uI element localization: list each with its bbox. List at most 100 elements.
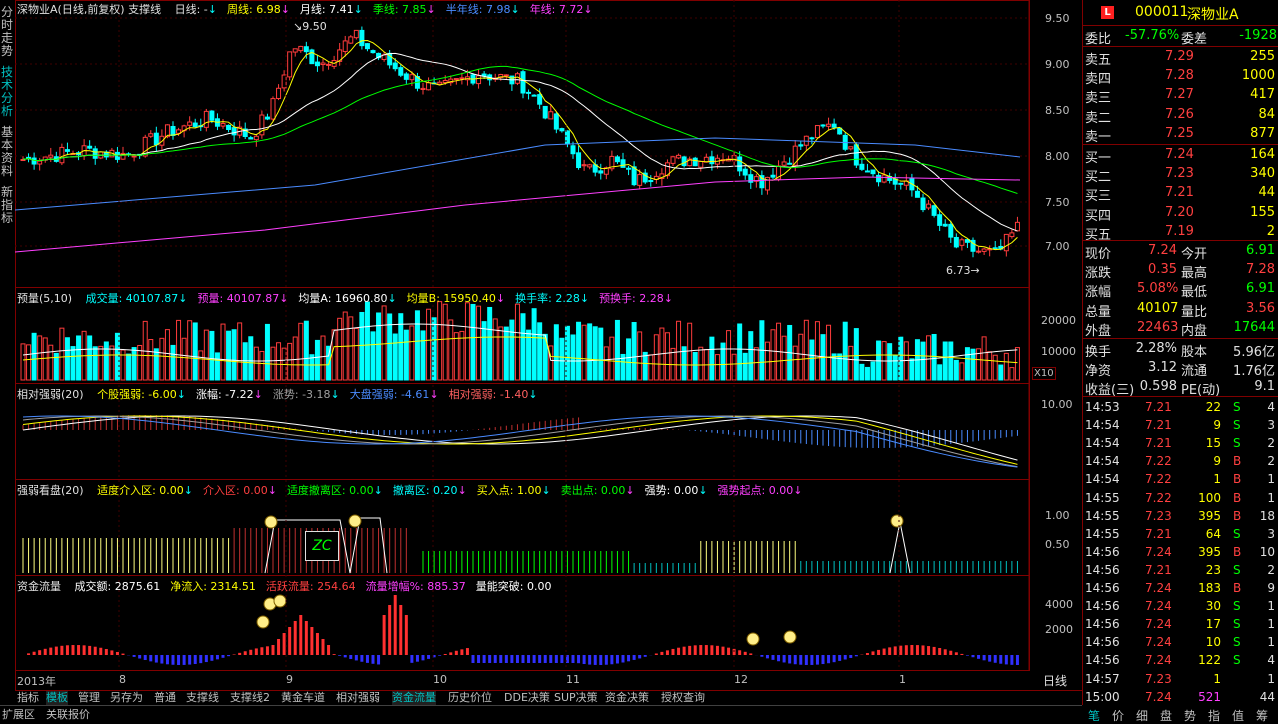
tab-license-query[interactable]: 授权查询	[661, 691, 705, 705]
chart-area[interactable]: 深物业A(日线,前复权) 支撑线 日线: -↓ 周线: 6.98↓ 月线: 7.41…	[15, 0, 1082, 690]
volume-bar	[770, 329, 776, 381]
tick-side: S	[1233, 635, 1241, 650]
tab-indicator[interactable]: 指标	[17, 691, 39, 705]
tab-extended-area[interactable]: 扩展区	[2, 708, 35, 722]
ma-value: 半年线: 7.98	[445, 3, 511, 16]
trend-arrow-icon: ↓	[373, 484, 383, 497]
tab-history-price[interactable]: 历史价位	[448, 691, 492, 705]
candle-body	[92, 148, 98, 159]
ma20-line	[22, 52, 1018, 232]
tab-new-indicator[interactable]: 新指标	[0, 186, 14, 225]
volume-bar	[98, 345, 104, 381]
volume-bar	[131, 347, 137, 381]
candle-body	[320, 62, 326, 66]
smiley-icon	[348, 514, 362, 528]
volume-bar	[198, 350, 204, 381]
volume-value: 换手率: 2.28	[515, 292, 580, 305]
tab-relative-strength[interactable]: 相对强弱	[336, 691, 380, 705]
left-vertical-tabs: 分时走势 技术分析 基本资料 新指标	[0, 0, 16, 690]
tab-orderbook[interactable]: 盘	[1160, 707, 1172, 724]
candle-body	[226, 124, 232, 131]
volume-bar	[170, 344, 176, 381]
stat-row: 现价 7.24 今开 6.91	[1083, 242, 1278, 262]
volume-bar	[926, 335, 932, 381]
tab-dde-decision[interactable]: DDE决策	[504, 691, 550, 705]
candle-body	[876, 174, 882, 183]
trend-arrow-icon: ↓	[207, 3, 217, 16]
tab-index[interactable]: 指	[1208, 707, 1220, 724]
tab-detail[interactable]: 细	[1136, 707, 1148, 724]
tab-golden-lane[interactable]: 黄金车道	[281, 691, 325, 705]
tab-normal[interactable]: 普通	[154, 691, 176, 705]
candle-body	[948, 223, 954, 238]
volume-bar	[692, 352, 698, 381]
volume-bar	[364, 301, 370, 381]
candle-body	[614, 156, 620, 163]
tab-money-flow[interactable]: 资金流量	[392, 691, 436, 705]
tab-manage[interactable]: 管理	[78, 691, 100, 705]
volume-bar	[126, 353, 132, 381]
tab-fund-decision[interactable]: 资金决策	[605, 691, 649, 705]
tab-intraday[interactable]: 分时走势	[0, 6, 14, 58]
tab-ticks[interactable]: 笔	[1088, 707, 1100, 724]
weibi-row: 委比 -57.76% 委差 -1928	[1085, 28, 1277, 47]
tab-linked-quote[interactable]: 关联报价	[46, 708, 90, 722]
volume-bar	[837, 353, 843, 381]
volume-bar	[614, 319, 620, 381]
volume-bar	[264, 323, 270, 381]
volume-bar	[337, 317, 343, 381]
x-axis-label: 11	[566, 673, 580, 686]
ask-price: 7.25	[1165, 125, 1194, 141]
trend-arrow-icon: ↓	[353, 3, 363, 16]
tab-chips[interactable]: 筹	[1256, 707, 1268, 724]
volume-bar	[853, 328, 859, 381]
trend-arrow-icon: ↓	[625, 484, 635, 497]
tab-value[interactable]: 值	[1232, 707, 1244, 724]
tick-side: S	[1233, 653, 1241, 668]
candle-body	[859, 163, 865, 170]
candle-body	[637, 174, 643, 186]
ask-price: 7.27	[1165, 87, 1194, 103]
bid-label: 买四	[1085, 208, 1112, 224]
tick-time: 14:54	[1085, 436, 1120, 451]
ask-volume: 1000	[1241, 68, 1275, 84]
bid-volume: 2	[1266, 223, 1275, 239]
fund-value: 2.28%	[1135, 341, 1177, 356]
smiley-icon	[273, 594, 287, 608]
rs-line	[22, 415, 1018, 461]
tab-support-line-2[interactable]: 支撑线2	[230, 691, 270, 705]
qr-value: 卖出点: 0.00	[560, 484, 626, 497]
candle-body	[459, 77, 465, 80]
candle-body	[820, 124, 826, 127]
tick-time: 14:54	[1085, 418, 1120, 433]
tick-row: 14:55 7.21 64 S 3	[1083, 526, 1278, 544]
volume-bar	[181, 337, 187, 381]
bid-price: 7.19	[1165, 223, 1194, 239]
tab-save-as[interactable]: 另存为	[110, 691, 143, 705]
volume-bar	[220, 323, 226, 381]
tab-price[interactable]: 价	[1112, 707, 1124, 724]
candle-body	[303, 46, 309, 53]
tab-technical-analysis[interactable]: 技术分析	[0, 66, 14, 118]
volume-bar	[320, 335, 326, 381]
tab-basic-info[interactable]: 基本资料	[0, 126, 14, 178]
tab-trend[interactable]: 势	[1184, 707, 1196, 724]
main-chart-title: 深物业A(日线,前复权) 支撑线	[17, 3, 162, 16]
tick-vol: 17	[1205, 617, 1221, 632]
money-flow-title: 资金流量	[17, 580, 61, 593]
tick-time: 14:54	[1085, 454, 1120, 469]
tick-row: 14:56 7.24 183 B 9	[1083, 580, 1278, 598]
candle-body	[831, 123, 837, 128]
zc-badge: ZC	[305, 531, 339, 561]
volume-bar	[287, 342, 293, 381]
volume-bar	[859, 363, 865, 381]
tab-sup-decision[interactable]: SUP决策	[554, 691, 598, 705]
tab-template[interactable]: 模板	[46, 691, 68, 705]
candle-body	[959, 239, 965, 246]
period-label[interactable]: 日线	[1043, 672, 1067, 689]
volume-bar	[437, 301, 443, 381]
tab-support-line[interactable]: 支撑线	[186, 691, 219, 705]
volume-bar	[1009, 367, 1015, 381]
stat-label: 涨跌	[1085, 266, 1112, 282]
rs-value: 个股强弱: -6.00	[97, 388, 177, 401]
